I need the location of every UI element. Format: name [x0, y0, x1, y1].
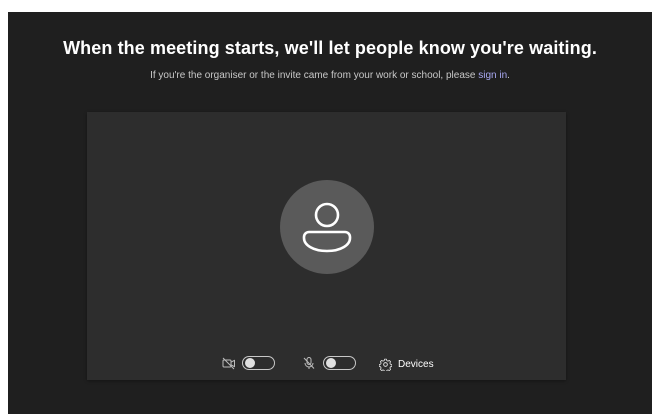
gear-icon [379, 358, 392, 371]
microphone-toggle-knob [326, 358, 336, 368]
page-title: When the meeting starts, we'll let peopl… [63, 38, 597, 58]
camera-off-icon [222, 357, 235, 370]
video-preview: Devices [87, 112, 566, 380]
camera-toggle-knob [245, 358, 255, 368]
subtitle-text: If you're the organiser or the invite ca… [150, 70, 479, 81]
devices-label: Devices [398, 358, 434, 370]
devices-button[interactable]: Devices [379, 355, 434, 373]
person-icon [302, 202, 352, 253]
page-subtitle: If you're the organiser or the invite ca… [8, 70, 652, 81]
mic-off-icon [303, 357, 315, 369]
camera-toggle[interactable] [242, 356, 275, 370]
subtitle-punctuation: . [507, 70, 510, 81]
device-controls: Devices [87, 355, 566, 373]
microphone-toggle[interactable] [323, 356, 356, 370]
avatar [280, 180, 374, 274]
sign-in-link[interactable]: sign in [478, 70, 507, 81]
pre-join-screen: When the meeting starts, we'll let peopl… [8, 12, 652, 414]
